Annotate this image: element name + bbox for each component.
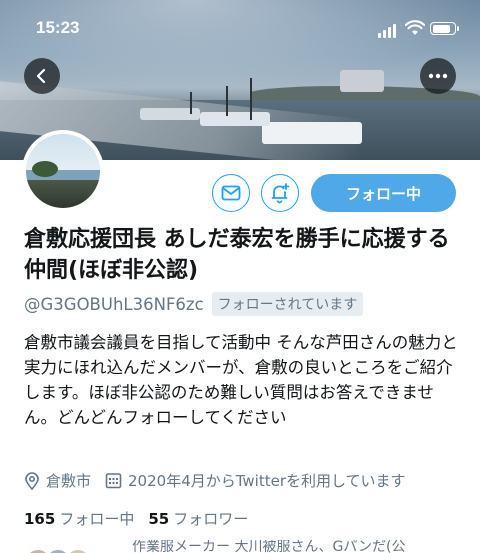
banner-mast (250, 78, 252, 120)
bell-plus-icon (271, 183, 290, 204)
user-handle: @G3GOBUhL36NF6zc (24, 294, 204, 314)
profile-bio: 倉敷市議会議員を目指して活動中 そんな芦田さんの魅力と実力にほれ込んだメンバーが… (24, 333, 458, 427)
follow-counts: 165 フォロー中 55 フォロワー (24, 508, 262, 529)
mail-icon (221, 185, 241, 201)
battery-level (432, 24, 451, 33)
profile-avatar[interactable] (22, 130, 104, 212)
banner-mast (226, 86, 228, 116)
banner-boat (262, 122, 362, 144)
profile-meta: 倉敷市 2020年4月からTwitterを利用しています (24, 470, 420, 491)
following-count-link[interactable]: 165 フォロー中 (24, 508, 134, 529)
calendar-icon (105, 473, 122, 489)
location-pin-icon (25, 471, 39, 490)
followers-count-link[interactable]: 55 フォロワー (148, 508, 248, 529)
location: 倉敷市 (24, 470, 91, 491)
follows-you-badge: フォローされています (211, 292, 364, 316)
join-date-text: 2020年4月からTwitterを利用しています (128, 472, 406, 490)
banner-building (340, 70, 384, 92)
followers-count: 55 (148, 510, 170, 528)
message-button[interactable] (212, 174, 250, 212)
following-button[interactable]: フォロー中 (311, 174, 456, 212)
handle-row: @G3GOBUhL36NF6zc フォローされています (24, 292, 364, 316)
display-name: 倉敷応援団長 あしだ泰宏を勝手に応援する仲間(ほぼ非公認) (24, 227, 450, 283)
location-text: 倉敷市 (46, 472, 92, 490)
back-arrow-icon (36, 68, 46, 84)
following-count: 165 (24, 510, 56, 528)
status-time: 15:23 (36, 18, 80, 37)
more-options-button[interactable] (420, 58, 456, 94)
notifications-button[interactable] (261, 174, 299, 212)
back-button[interactable] (24, 58, 60, 94)
banner-boat (200, 112, 270, 126)
cellular-signal-icon (378, 24, 400, 38)
wifi-icon (405, 20, 425, 35)
battery-icon (430, 22, 459, 35)
followers-label: フォロワー (173, 510, 249, 528)
status-bar: 15:23 (0, 0, 480, 56)
more-icon (428, 73, 448, 79)
following-label: フォロー中 (59, 510, 135, 528)
join-date: 2020年4月からTwitterを利用しています (105, 470, 406, 491)
followed-by-text: 作業服メーカー 大川被服さん、Gパンだ(公 (132, 540, 406, 553)
avatar (64, 548, 92, 553)
banner-mast (190, 92, 192, 114)
followed-by-preview[interactable]: 作業服メーカー 大川被服さん、Gパンだ(公 (24, 540, 480, 553)
